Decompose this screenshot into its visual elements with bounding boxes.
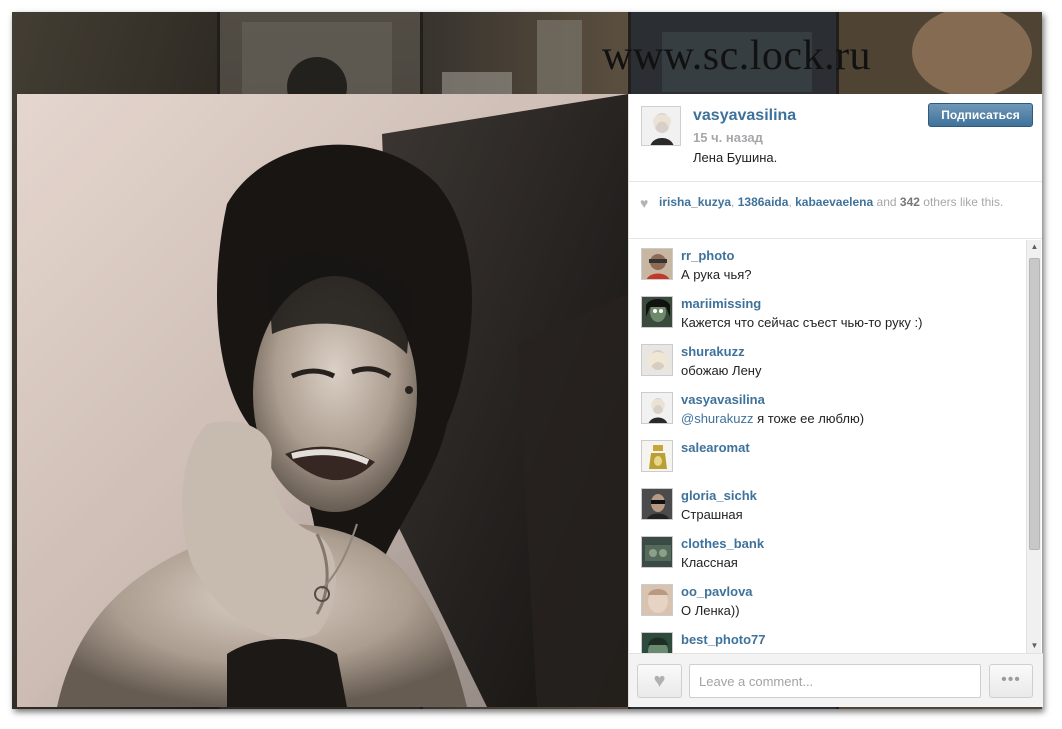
commenter-avatar-image (642, 345, 672, 375)
comment-text: Кажется что сейчас съест чью-то руку :) (681, 315, 923, 330)
liker-link[interactable]: kabaevaelena (795, 195, 873, 209)
comments-scrollbar[interactable]: ▲ ▼ (1026, 240, 1041, 653)
commenter-avatar[interactable] (641, 488, 673, 520)
photo-modal: vasyavasilina 15 ч. назад Лена Бушина. П… (17, 94, 1043, 707)
comment-text: @shurakuzz я тоже ее люблю) (681, 411, 864, 426)
author-avatar[interactable] (641, 106, 681, 146)
comment-item: gloria_sichk Страшная (629, 480, 1043, 528)
comment-item: mariimissing Кажется что сейчас съест чь… (629, 288, 1043, 336)
comment-text: обожаю Лену (681, 363, 762, 378)
post-sidebar: vasyavasilina 15 ч. назад Лена Бушина. П… (628, 94, 1043, 707)
more-icon: ••• (1001, 671, 1021, 688)
comment-text: А рука чья? (681, 267, 752, 282)
scroll-up-icon[interactable]: ▲ (1027, 240, 1042, 254)
commenter-username[interactable]: salearomat (681, 440, 750, 455)
commenter-avatar-image (642, 489, 672, 519)
comment-item: shurakuzz обожаю Лену (629, 336, 1043, 384)
commenter-username[interactable]: rr_photo (681, 248, 734, 263)
post-photo-image (17, 94, 628, 707)
heart-icon: ♥ (653, 670, 666, 692)
post-photo[interactable] (17, 94, 628, 707)
commenter-avatar[interactable] (641, 440, 673, 472)
scroll-down-icon[interactable]: ▼ (1027, 639, 1042, 653)
likes-and-text: and (876, 195, 897, 209)
comment-item: best_photo77 (629, 624, 1043, 653)
comment-text: Страшная (681, 507, 743, 522)
comment-text-body: я тоже ее люблю) (753, 411, 865, 426)
author-username[interactable]: vasyavasilina (693, 107, 796, 125)
commenter-avatar[interactable] (641, 248, 673, 280)
comment-input[interactable] (689, 664, 981, 698)
like-button[interactable]: ♥ (637, 664, 682, 698)
heart-icon: ♥ (640, 195, 649, 211)
comments-list: rr_photo А рука чья? mariimissing Кажетс… (629, 240, 1043, 653)
commenter-username[interactable]: clothes_bank (681, 536, 764, 551)
comment-item: vasyavasilina @shurakuzz я тоже ее люблю… (629, 384, 1043, 432)
commenter-avatar[interactable] (641, 632, 673, 653)
commenter-username[interactable]: best_photo77 (681, 632, 766, 647)
commenter-avatar-image (642, 537, 672, 567)
commenter-username[interactable]: oo_pavlova (681, 584, 753, 599)
post-header: vasyavasilina 15 ч. назад Лена Бушина. П… (629, 94, 1042, 182)
post-timestamp[interactable]: 15 ч. назад (693, 130, 763, 145)
commenter-avatar-image (642, 393, 672, 423)
commenter-avatar-image (642, 297, 672, 327)
scrollbar-thumb[interactable] (1029, 258, 1040, 550)
comment-footer: ♥ ••• (629, 653, 1043, 707)
commenter-avatar[interactable] (641, 296, 673, 328)
commenter-username[interactable]: mariimissing (681, 296, 761, 311)
commenter-avatar[interactable] (641, 584, 673, 616)
liker-link[interactable]: irisha_kuzya (659, 195, 731, 209)
likes-count[interactable]: 342 (900, 195, 920, 209)
commenter-username[interactable]: shurakuzz (681, 344, 745, 359)
commenter-avatar[interactable] (641, 344, 673, 376)
comment-item: oo_pavlova О Ленка)) (629, 576, 1043, 624)
likes-suffix-text: others like this. (923, 195, 1004, 209)
commenter-avatar-image (642, 585, 672, 615)
author-avatar-image (642, 107, 680, 145)
commenter-username[interactable]: gloria_sichk (681, 488, 757, 503)
commenter-username[interactable]: vasyavasilina (681, 392, 765, 407)
comment-item: salearomat (629, 432, 1043, 480)
commenter-avatar-image (642, 249, 672, 279)
comment-text: Классная (681, 555, 738, 570)
comment-text: О Ленка)) (681, 603, 740, 618)
watermark-text: www.sc.lock.ru (602, 33, 872, 79)
comment-item: clothes_bank Классная (629, 528, 1043, 576)
commenter-avatar-image (642, 441, 672, 471)
likes-summary: ♥ irisha_kuzya, 1386aida, kabaevaelena a… (629, 182, 1042, 239)
comment-item: rr_photo А рука чья? (629, 240, 1043, 288)
commenter-avatar[interactable] (641, 392, 673, 424)
commenter-avatar-image (642, 633, 672, 653)
commenter-avatar[interactable] (641, 536, 673, 568)
comment-mention[interactable]: @shurakuzz (681, 411, 753, 426)
post-caption: Лена Бушина. (693, 150, 778, 165)
more-options-button[interactable]: ••• (989, 664, 1033, 698)
follow-button[interactable]: Подписаться (928, 103, 1033, 127)
liker-link[interactable]: 1386aida (738, 195, 789, 209)
